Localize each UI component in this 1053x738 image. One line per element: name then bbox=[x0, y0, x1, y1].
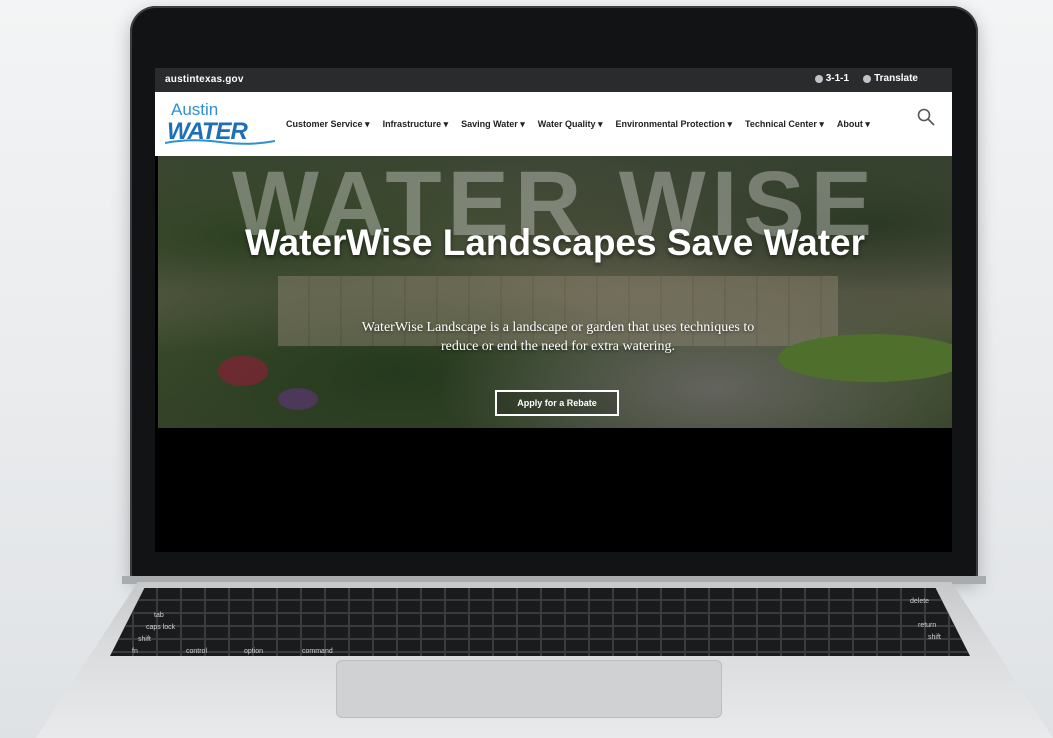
key-delete: delete bbox=[910, 598, 930, 605]
utility-links: 3-1-1 Translate bbox=[814, 73, 918, 84]
key-return: return bbox=[918, 622, 937, 629]
info-icon bbox=[814, 74, 823, 83]
nav-water-quality[interactable]: Water Quality ▾ bbox=[538, 119, 603, 130]
laptop-photo: austintexas.gov 3-1-1 Translate Austin W… bbox=[0, 0, 1053, 738]
nav-saving-water[interactable]: Saving Water ▾ bbox=[461, 119, 525, 130]
phone-311-link[interactable]: 3-1-1 bbox=[814, 73, 850, 84]
nav-about[interactable]: About ▾ bbox=[837, 119, 870, 130]
keyboard-keys bbox=[110, 588, 970, 656]
keyboard: tab caps lock shift control option comma… bbox=[110, 588, 970, 656]
nav-technical-center[interactable]: Technical Center ▾ bbox=[745, 119, 824, 130]
phone-311-label: 3-1-1 bbox=[825, 73, 850, 84]
logo-wave-icon bbox=[165, 139, 275, 145]
domain-link[interactable]: austintexas.gov bbox=[165, 74, 244, 85]
key-shift-left: shift bbox=[138, 636, 151, 643]
nav-menu: Customer Service ▾ Infrastructure ▾ Savi… bbox=[286, 119, 870, 130]
key-shift-right: shift bbox=[928, 634, 941, 641]
key-caps-lock: caps lock bbox=[146, 624, 176, 631]
nav-infrastructure[interactable]: Infrastructure ▾ bbox=[383, 119, 449, 130]
hero-title: WaterWise Landscapes Save Water bbox=[244, 222, 865, 263]
key-option: option bbox=[244, 648, 264, 655]
hero-banner: WATER WISE WaterWise Landscapes Save Wat… bbox=[158, 156, 952, 428]
key-command: command bbox=[302, 648, 333, 655]
translate-link[interactable]: Translate bbox=[863, 73, 918, 84]
laptop-screen: austintexas.gov 3-1-1 Translate Austin W… bbox=[155, 68, 952, 552]
main-navigation: Austin WATER Customer Service ▾ Infrastr… bbox=[155, 92, 952, 156]
nav-customer-service[interactable]: Customer Service ▾ bbox=[286, 119, 370, 130]
key-fn: fn bbox=[132, 648, 138, 655]
logo-line-austin: Austin bbox=[171, 100, 219, 119]
nav-environmental-protection[interactable]: Environmental Protection ▾ bbox=[616, 119, 733, 130]
search-icon[interactable] bbox=[917, 108, 935, 126]
translate-label: Translate bbox=[874, 73, 918, 84]
austin-water-logo[interactable]: Austin WATER bbox=[165, 100, 277, 150]
apply-rebate-button[interactable]: Apply for a Rebate bbox=[495, 390, 619, 416]
site-top-bar: austintexas.gov 3-1-1 Translate bbox=[155, 68, 952, 92]
key-control: control bbox=[186, 648, 208, 655]
globe-icon bbox=[863, 74, 872, 83]
hero-subtitle: WaterWise Landscape is a landscape or ga… bbox=[361, 320, 755, 354]
key-tab: tab bbox=[154, 612, 164, 619]
trackpad bbox=[336, 660, 722, 718]
